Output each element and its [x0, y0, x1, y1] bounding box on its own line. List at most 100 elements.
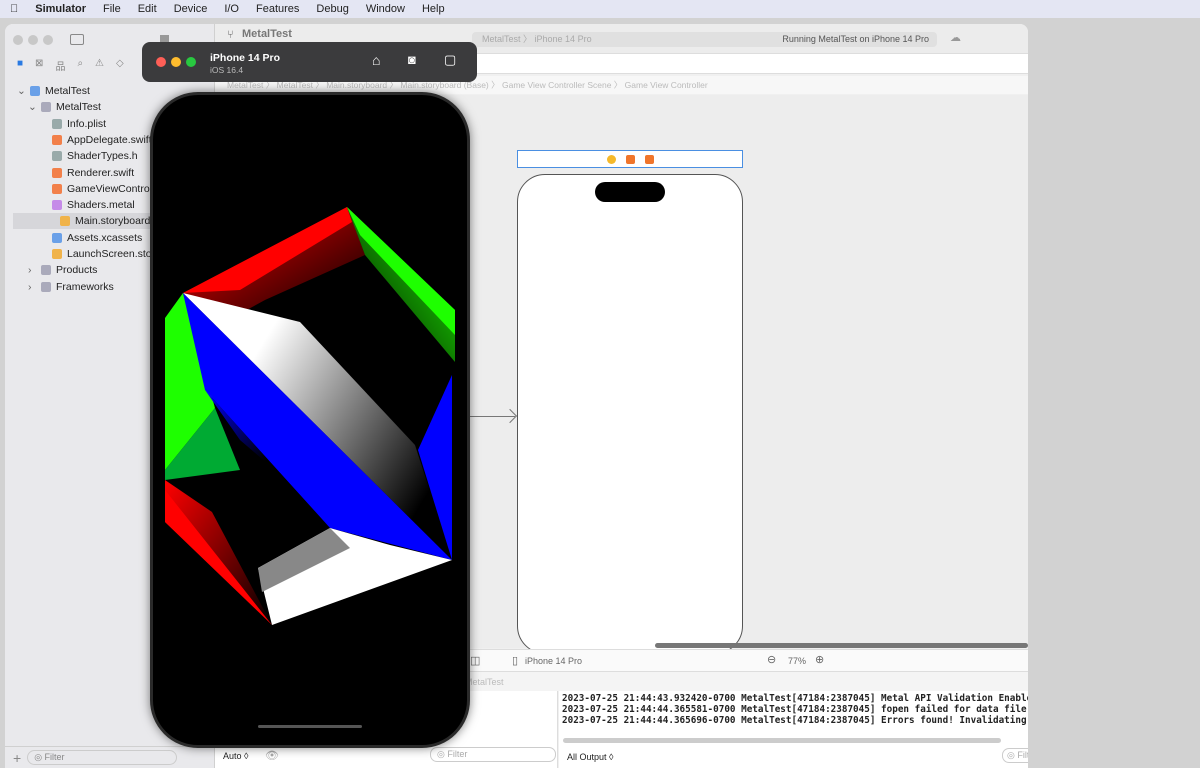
test-icon[interactable]: ◇: [116, 58, 124, 73]
exit-icon[interactable]: [644, 154, 654, 164]
menu-edit[interactable]: Edit: [138, 3, 157, 15]
breadcrumb-item[interactable]: Game View Controller: [625, 80, 708, 90]
chevron-down-icon[interactable]: ⌄: [17, 85, 26, 97]
file-icon: [52, 151, 62, 162]
warning-icon[interactable]: ⚠: [95, 58, 104, 73]
swift-file-icon: [52, 183, 62, 194]
apple-icon[interactable]: : [10, 3, 18, 15]
folder-icon: [41, 102, 51, 113]
device-name: iPhone 14 Pro: [210, 52, 281, 64]
symbol-icon[interactable]: 品: [55, 58, 65, 73]
zoom-button[interactable]: [43, 35, 53, 45]
device-icon[interactable]: ▯: [512, 654, 518, 667]
branch-icon: ⑂: [227, 29, 234, 41]
tree-item[interactable]: Shaders.metal: [39, 197, 135, 213]
status-text: Running MetalTest on iPhone 14 Pro: [782, 34, 929, 44]
folder-icon[interactable]: ■: [17, 58, 23, 73]
search-icon[interactable]: ⌕: [77, 58, 83, 73]
add-icon[interactable]: +: [13, 750, 21, 766]
tree-item[interactable]: ShaderTypes.h: [39, 148, 138, 164]
tree-item[interactable]: Renderer.swift: [39, 165, 134, 181]
menu-window[interactable]: Window: [366, 3, 405, 15]
menu-features[interactable]: Features: [256, 3, 299, 15]
chevron-down-icon[interactable]: ⌄: [28, 101, 37, 113]
chevron-right-icon[interactable]: ›: [28, 281, 36, 293]
tree-item[interactable]: ⌄ MetalTest: [28, 99, 101, 115]
menu-bar:  Simulator File Edit Device I/O Feature…: [0, 0, 1200, 18]
menu-file[interactable]: File: [103, 3, 121, 15]
tree-item-label: Main.storyboard: [75, 215, 151, 228]
tree-item[interactable]: Assets.xcassets: [39, 230, 142, 246]
tree-item-label: MetalTest: [45, 85, 90, 97]
metal-file-icon: [52, 200, 62, 211]
zoom-in-icon[interactable]: ⊕: [815, 653, 824, 666]
activity-view[interactable]: MetalTest 〉 iPhone 14 Pro Running MetalT…: [472, 32, 937, 47]
menu-io[interactable]: I/O: [224, 3, 239, 15]
metal-render: [165, 207, 455, 625]
filter-field[interactable]: ◎ Filter: [27, 750, 178, 765]
tree-item-label: Shaders.metal: [67, 199, 135, 212]
zoom-out-icon[interactable]: ⊖: [767, 653, 776, 666]
console-view[interactable]: 2023-07-25 21:44:43.932420-0700 MetalTes…: [559, 691, 1028, 768]
close-button[interactable]: [13, 35, 23, 45]
view-controller-icon[interactable]: [606, 154, 616, 164]
sidebar-toggle-icon[interactable]: [70, 34, 84, 45]
tree-item-label: ShaderTypes.h: [67, 150, 138, 163]
tree-item-label: Info.plist: [67, 117, 107, 130]
first-responder-icon[interactable]: [625, 154, 635, 164]
output-select[interactable]: All Output ◊: [567, 752, 613, 762]
tree-item-label: Assets.xcassets: [67, 231, 143, 244]
arrow-head: [502, 408, 518, 424]
rotate-icon[interactable]: ▢: [444, 52, 456, 68]
file-icon: [52, 118, 62, 129]
console-scrollbar[interactable]: [563, 738, 1001, 743]
navigator-tabs: ■ ⊠ 品 ⌕ ⚠ ◇: [17, 58, 124, 73]
destination-label[interactable]: iPhone 14 Pro: [535, 34, 592, 44]
home-indicator[interactable]: [258, 725, 362, 728]
console-line: 2023-07-25 21:44:44.365696-0700 MetalTes…: [562, 715, 1028, 726]
zoom-button[interactable]: [186, 57, 196, 67]
orientation-icon[interactable]: ◫: [470, 654, 480, 667]
swift-file-icon: [52, 134, 62, 145]
canvas-device[interactable]: iPhone 14 Pro: [525, 656, 582, 666]
close-button[interactable]: [156, 57, 166, 67]
folder-icon: [30, 86, 40, 96]
os-version: iOS 16.4: [210, 65, 244, 75]
tree-item[interactable]: ⌄ MetalTest: [17, 83, 90, 99]
minimize-button[interactable]: [171, 57, 181, 67]
menu-debug[interactable]: Debug: [316, 3, 348, 15]
console-filter[interactable]: ◎ Filter: [1002, 748, 1028, 763]
eye-icon[interactable]: 👁: [265, 749, 279, 762]
cloud-icon[interactable]: ☁: [950, 31, 961, 44]
auto-select[interactable]: Auto ◊: [223, 751, 248, 761]
horizontal-scrollbar[interactable]: [655, 643, 1028, 648]
variables-filter[interactable]: ◎ Filter: [430, 747, 556, 762]
dynamic-island: [595, 182, 665, 202]
menu-help[interactable]: Help: [422, 3, 445, 15]
screenshot-icon[interactable]: ◙: [408, 52, 416, 67]
source-control-icon[interactable]: ⊠: [35, 58, 43, 73]
breadcrumb-item[interactable]: Game View Controller Scene: [502, 80, 611, 90]
home-icon[interactable]: ⌂: [372, 52, 380, 68]
menu-device[interactable]: Device: [174, 3, 208, 15]
simulator-device-screen[interactable]: [150, 92, 470, 748]
device-frame[interactable]: [517, 174, 743, 654]
tree-item[interactable]: Info.plist: [39, 116, 106, 132]
tree-item[interactable]: › Frameworks: [28, 279, 114, 295]
swift-file-icon: [52, 167, 62, 178]
debug-breadcrumb: MetalTest: [465, 677, 504, 687]
tree-item-label: Frameworks: [56, 280, 114, 293]
minimize-button[interactable]: [28, 35, 38, 45]
breadcrumb-separator: 〉: [611, 80, 625, 90]
menu-app[interactable]: Simulator: [35, 3, 86, 15]
project-title: MetalTest: [242, 28, 292, 40]
tree-item[interactable]: AppDelegate.swift: [39, 132, 152, 148]
scheme-label[interactable]: MetalTest: [482, 34, 521, 44]
storyboard-icon: [52, 249, 62, 259]
console-line: 2023-07-25 21:44:43.932420-0700 MetalTes…: [562, 693, 1028, 704]
console-line: 2023-07-25 21:44:44.365581-0700 MetalTes…: [562, 704, 1028, 715]
zoom-level: 77%: [788, 656, 807, 666]
chevron-right-icon[interactable]: ›: [28, 264, 36, 276]
tree-item[interactable]: › Products: [28, 262, 97, 278]
scene-dock[interactable]: [517, 150, 743, 168]
